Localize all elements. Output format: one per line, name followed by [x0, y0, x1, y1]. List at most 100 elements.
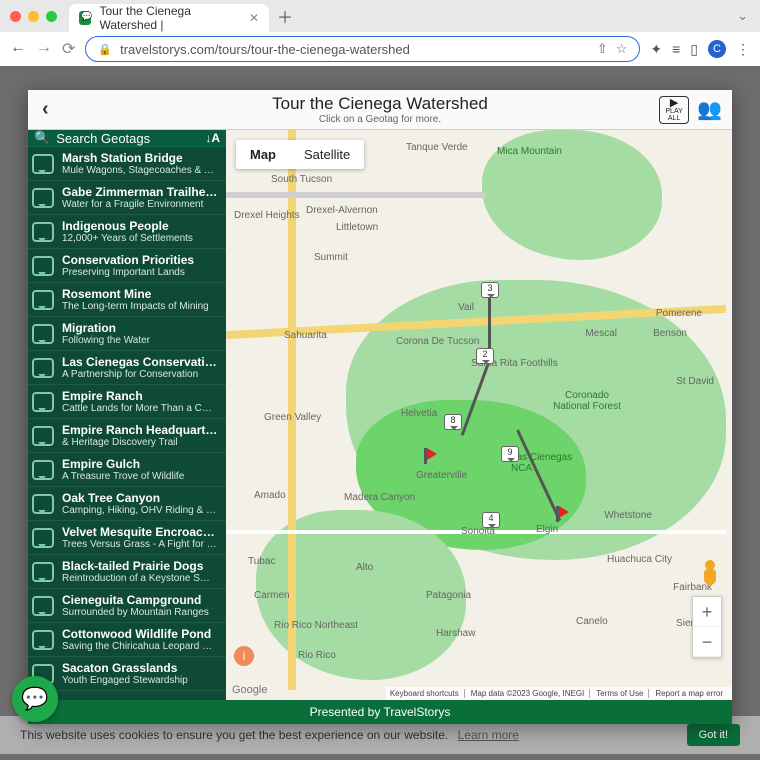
geotag-icon [32, 256, 54, 276]
pegman-icon[interactable] [698, 560, 722, 590]
geotag-title: Empire Ranch [62, 389, 212, 403]
geotag-title: Indigenous People [62, 219, 193, 233]
cookie-learn-link[interactable]: Learn more [458, 728, 519, 742]
play-icon: ▶ [670, 98, 678, 108]
map-label: Huachuca City [607, 554, 672, 565]
map-marker[interactable]: 4 [482, 512, 500, 528]
geotag-item[interactable]: Cieneguita CampgroundSurrounded by Mount… [28, 589, 226, 623]
map-label: Rio Rico [298, 650, 336, 661]
back-chevron-icon[interactable]: ‹ [38, 98, 53, 121]
geotag-title: Velvet Mesquite Encroac… [62, 525, 217, 539]
map-data-text: Map data ©2023 Google, INEGI [471, 689, 591, 698]
cookie-accept-button[interactable]: Got it! [687, 724, 740, 746]
chat-icon: 💬 [21, 686, 48, 712]
geotag-title: Empire Gulch [62, 457, 184, 471]
geotag-subtitle: Water for a Fragile Environment [62, 199, 217, 210]
zoom-out-button[interactable]: − [693, 627, 721, 657]
geotag-item[interactable]: Cottonwood Wildlife PondSaving the Chiri… [28, 623, 226, 657]
geotag-item[interactable]: Sacaton GrasslandsYouth Engaged Stewards… [28, 657, 226, 691]
minimize-window-icon[interactable] [28, 11, 39, 22]
geotag-subtitle: A Partnership for Conservation [62, 369, 217, 380]
side-panel-icon[interactable]: ▯ [690, 41, 698, 58]
sort-button[interactable]: ↓A [205, 131, 220, 145]
window-controls[interactable] [10, 11, 69, 22]
geotag-item[interactable]: Oak Tree CanyonCamping, Hiking, OHV Ridi… [28, 487, 226, 521]
map-type-control: Map Satellite [236, 140, 364, 169]
map-label: Sahuarita [284, 330, 327, 341]
geotag-title: Empire Ranch Headquart… [62, 423, 217, 437]
geotag-item[interactable]: Las Cienegas Conservati…A Partnership fo… [28, 351, 226, 385]
map-label: Helvetia [401, 408, 437, 419]
tab-title: Tour the Cienega Watershed | [99, 4, 240, 32]
close-tab-icon[interactable]: ✕ [249, 11, 259, 25]
terms-link[interactable]: Terms of Use [596, 689, 649, 698]
people-icon[interactable]: 👥 [697, 97, 722, 122]
geotag-icon [32, 528, 54, 548]
geotag-item[interactable]: Indigenous People12,000+ Years of Settle… [28, 215, 226, 249]
tab-overflow-icon[interactable]: ⌄ [737, 8, 748, 24]
geotag-subtitle: Trees Versus Grass - A Fight for … [62, 539, 217, 550]
search-row: 🔍 Search Geotags ↓A [28, 130, 226, 147]
map-label: Carmen [254, 590, 290, 601]
geotag-icon [32, 154, 54, 174]
map-label: Summit [314, 252, 348, 263]
report-link[interactable]: Report a map error [655, 689, 728, 698]
address-bar[interactable]: 🔒 travelstorys.com/tours/tour-the-cieneg… [85, 36, 640, 62]
forward-button[interactable]: → [36, 39, 52, 59]
geotag-icon [32, 290, 54, 310]
map-label: Las Cienegas NCA [511, 452, 581, 474]
map-canvas[interactable]: Map Satellite Tanque Verde Mica Mountain… [226, 130, 732, 700]
close-window-icon[interactable] [10, 11, 21, 22]
geotag-title: Migration [62, 321, 150, 335]
new-tab-button[interactable]: ＋ [277, 4, 293, 28]
map-type-satellite[interactable]: Satellite [290, 140, 364, 169]
maximize-window-icon[interactable] [46, 11, 57, 22]
geotag-item[interactable]: Empire RanchCattle Lands for More Than a… [28, 385, 226, 419]
map-marker[interactable]: 2 [476, 348, 494, 364]
geotag-item[interactable]: Velvet Mesquite Encroac…Trees Versus Gra… [28, 521, 226, 555]
geotag-item[interactable]: Gabe Zimmerman Trailhe…Water for a Fragi… [28, 181, 226, 215]
favicon-icon [79, 11, 91, 25]
geotag-icon [32, 392, 54, 412]
keyboard-shortcuts-link[interactable]: Keyboard shortcuts [390, 689, 465, 698]
reload-button[interactable]: ⟳ [62, 39, 75, 59]
bookmark-icon[interactable]: ☆ [616, 41, 628, 57]
geotag-item[interactable]: Empire Ranch Headquart…& Heritage Discov… [28, 419, 226, 453]
map-marker[interactable]: 3 [481, 282, 499, 298]
geotag-item[interactable]: Conservation PrioritiesPreserving Import… [28, 249, 226, 283]
chat-fab-button[interactable]: 💬 [12, 676, 58, 722]
geotag-item[interactable]: Marsh Station BridgeMule Wagons, Stageco… [28, 147, 226, 181]
geotag-subtitle: The Long-term Impacts of Mining [62, 301, 209, 312]
browser-tab[interactable]: Tour the Cienega Watershed | ✕ [69, 4, 269, 32]
map-label: Rio Rico Northeast [274, 620, 358, 631]
geotag-item[interactable]: MigrationFollowing the Water [28, 317, 226, 351]
info-icon[interactable]: i [234, 646, 254, 666]
map-label: Vail [458, 302, 474, 313]
kebab-menu-icon[interactable]: ⋮ [736, 41, 750, 58]
map-type-map[interactable]: Map [236, 140, 290, 169]
geotag-icon [32, 426, 54, 446]
profile-avatar[interactable]: C [708, 40, 726, 58]
zoom-in-button[interactable]: + [693, 597, 721, 627]
play-all-button[interactable]: ▶ PLAY ALL [659, 96, 689, 124]
browser-chrome: Tour the Cienega Watershed | ✕ ＋ ⌄ ← → ⟳… [0, 0, 760, 67]
geotag-title: Las Cienegas Conservati… [62, 355, 217, 369]
map-label: Madera Canyon [344, 492, 415, 503]
map-label: Pomerene [656, 308, 702, 319]
geotag-item[interactable]: Empire GulchA Treasure Trove of Wildlife [28, 453, 226, 487]
geotag-icon [32, 494, 54, 514]
map-label: Elgin [536, 524, 558, 535]
search-input[interactable]: Search Geotags [56, 131, 199, 146]
share-icon[interactable]: ⇧ [597, 41, 608, 57]
geotag-subtitle: Youth Engaged Stewardship [62, 675, 188, 686]
geotag-subtitle: Camping, Hiking, OHV Riding & … [62, 505, 216, 516]
map-marker[interactable]: 8 [444, 414, 462, 430]
extensions-icon[interactable]: ✦ [650, 41, 662, 58]
modal-subtitle: Click on a Geotag for more. [28, 114, 732, 125]
map-marker[interactable]: 9 [501, 446, 519, 462]
back-button[interactable]: ← [10, 39, 26, 59]
geotag-item[interactable]: Rosemont MineThe Long-term Impacts of Mi… [28, 283, 226, 317]
geotag-subtitle: Preserving Important Lands [62, 267, 194, 278]
geotag-item[interactable]: Black-tailed Prairie DogsReintroduction … [28, 555, 226, 589]
reading-list-icon[interactable]: ≡ [672, 41, 680, 57]
